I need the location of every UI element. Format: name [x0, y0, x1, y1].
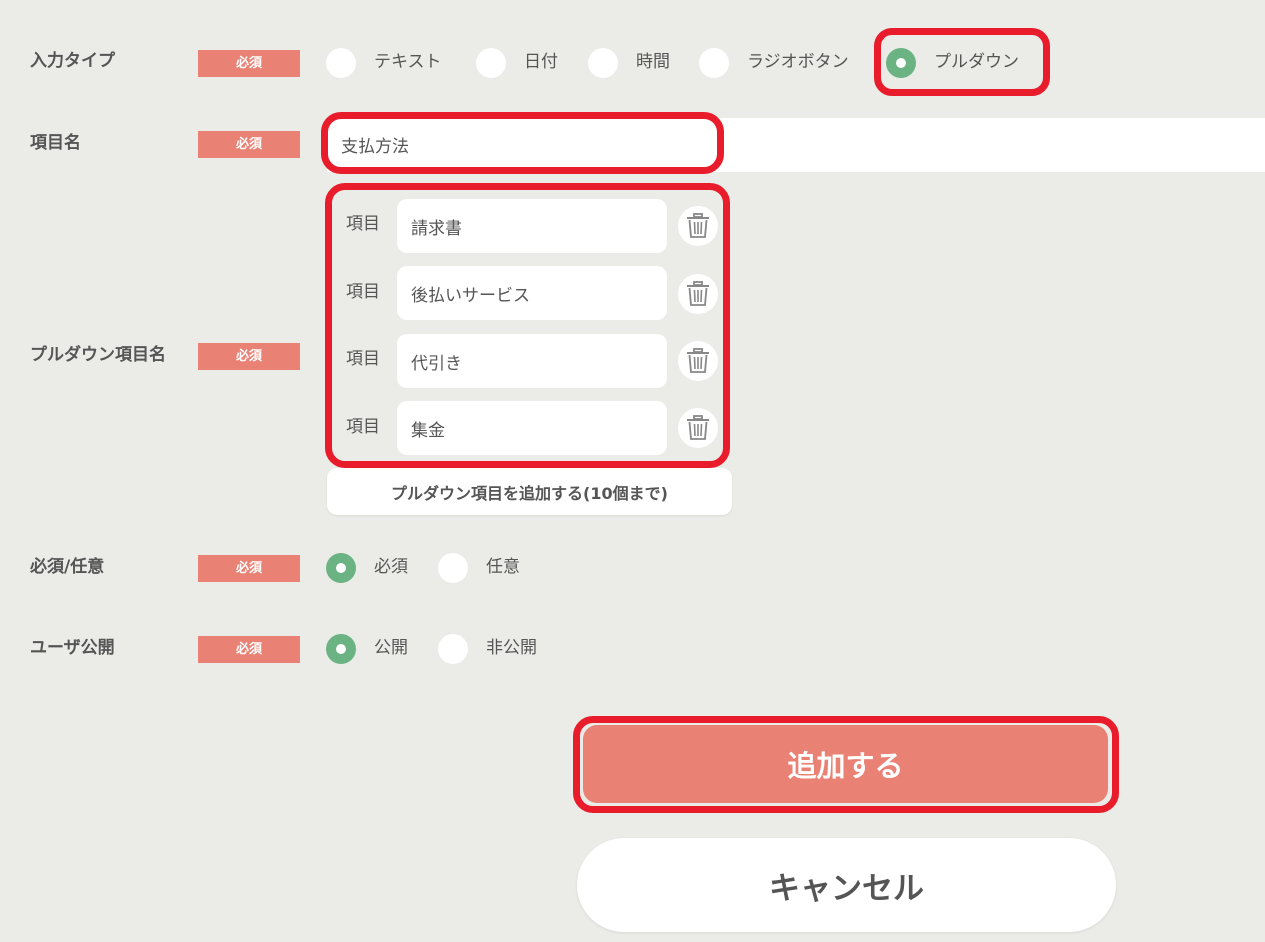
radio-time-label: 時間 [636, 52, 670, 72]
input-type-label: 入力タイプ [30, 51, 115, 71]
radio-pulldown-label: プルダウン [934, 52, 1019, 72]
radio-date-label: 日付 [524, 52, 558, 72]
radio-private-label: 非公開 [486, 638, 537, 658]
item-name-highlight [321, 112, 724, 174]
item-name-required-badge: 必須 [198, 131, 300, 158]
radio-optional-label: 任意 [486, 557, 520, 577]
radio-private[interactable] [438, 634, 468, 664]
cancel-button[interactable]: キャンセル [577, 838, 1116, 932]
radio-public-label: 公開 [374, 638, 408, 658]
pulldown-items-label: プルダウン項目名 [30, 345, 166, 365]
radio-text[interactable] [326, 48, 356, 78]
radio-public[interactable] [326, 634, 356, 664]
submit-button-highlight [573, 716, 1119, 813]
input-type-required-badge: 必須 [198, 50, 300, 77]
pulldown-items-required-badge: 必須 [198, 343, 300, 370]
add-pulldown-item-button[interactable]: プルダウン項目を追加する(10個まで) [327, 468, 732, 515]
radio-required[interactable] [326, 553, 356, 583]
required-optional-label: 必須/任意 [30, 557, 105, 577]
radio-time[interactable] [588, 48, 618, 78]
radio-optional[interactable] [438, 553, 468, 583]
user-public-required-badge: 必須 [198, 636, 300, 663]
radio-radiobutton[interactable] [699, 48, 729, 78]
user-public-label: ユーザ公開 [30, 638, 115, 658]
required-optional-required-badge: 必須 [198, 555, 300, 582]
radio-pulldown[interactable] [886, 48, 916, 78]
radio-text-label: テキスト [374, 52, 442, 72]
radio-radiobutton-label: ラジオボタン [747, 52, 849, 72]
pulldown-items-highlight [325, 183, 730, 468]
radio-date[interactable] [476, 48, 506, 78]
radio-required-label: 必須 [374, 557, 408, 577]
item-name-label: 項目名 [30, 133, 81, 153]
